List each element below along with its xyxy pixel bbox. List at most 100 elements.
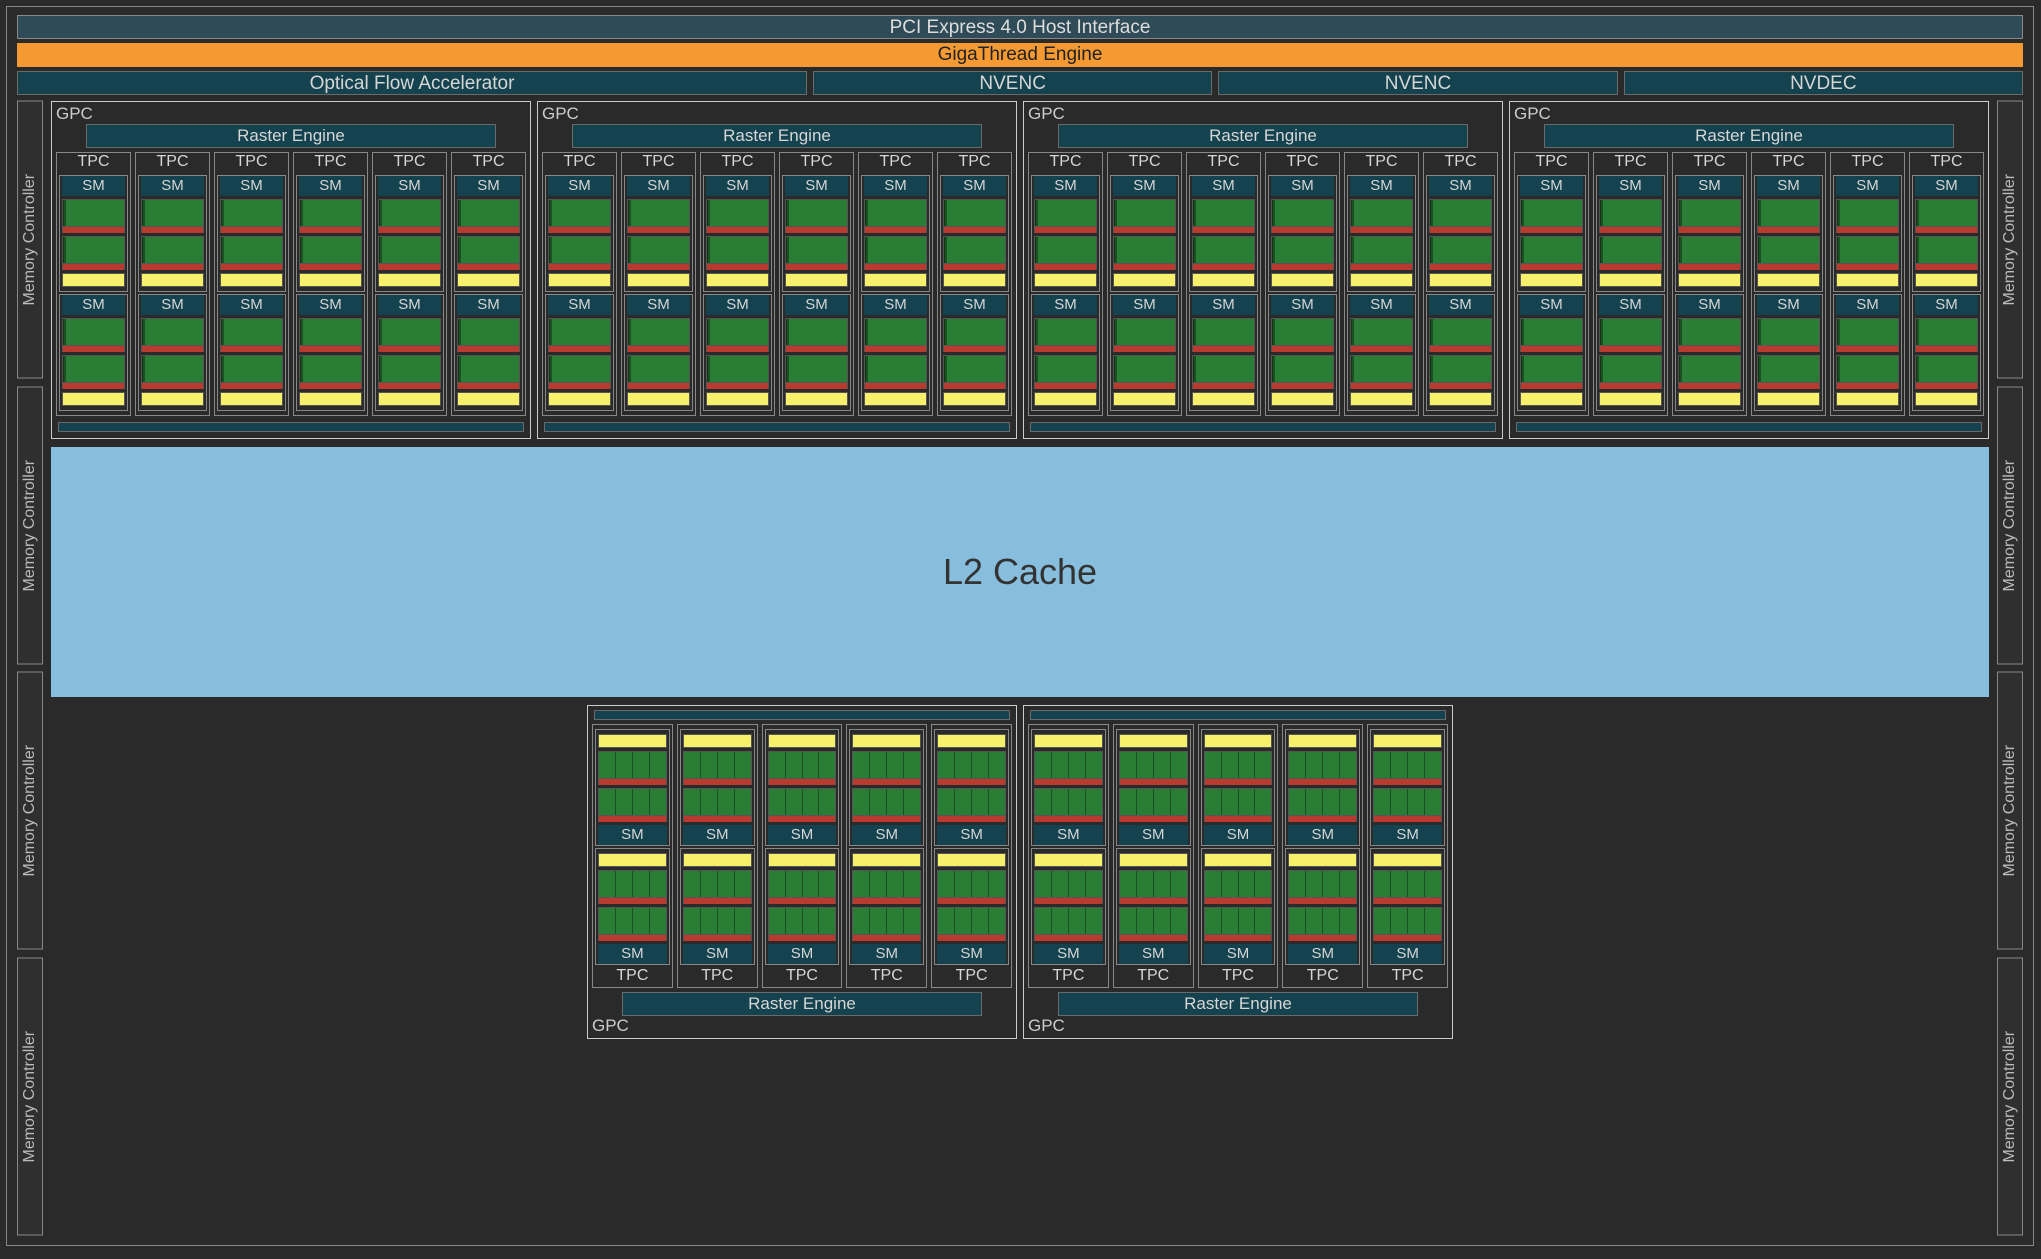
- sm-label: SM: [1271, 295, 1334, 315]
- tpc: SMSMTPC: [762, 724, 843, 988]
- sm: SM: [296, 294, 365, 411]
- sm-label: SM: [627, 295, 690, 315]
- memory-controller: Memory Controller: [17, 101, 43, 379]
- tpc-label: TPC: [138, 153, 207, 173]
- sm-label: SM: [1599, 295, 1662, 315]
- sm-label: SM: [378, 295, 441, 315]
- tpc-label: TPC: [765, 967, 840, 987]
- sm-label: SM: [141, 176, 204, 196]
- sm: SM: [1110, 175, 1179, 292]
- sm: SM: [1116, 848, 1191, 965]
- raster-engine: Raster Engine: [1058, 992, 1418, 1016]
- sm-label: SM: [1034, 295, 1097, 315]
- tpc-label: TPC: [1268, 153, 1337, 173]
- gpc: GPCRaster EngineTPCSMSMTPCSMSMTPCSMSMTPC…: [537, 101, 1017, 439]
- tpc: TPCSMSM: [1909, 152, 1984, 416]
- sm: SM: [934, 848, 1009, 965]
- sm: SM: [1675, 294, 1744, 411]
- sm: SM: [782, 294, 851, 411]
- tpc-label: TPC: [1517, 153, 1586, 173]
- sm: SM: [1754, 294, 1823, 411]
- sm: SM: [934, 729, 1009, 846]
- nvenc-1: NVENC: [813, 71, 1212, 95]
- sm-label: SM: [598, 944, 667, 964]
- memory-controllers-right: Memory ControllerMemory ControllerMemory…: [1997, 101, 2023, 1235]
- tpc: TPCSMSM: [621, 152, 696, 416]
- sm-label: SM: [1373, 825, 1442, 845]
- sm-label: SM: [598, 825, 667, 845]
- tpc: TPC SM SM: [135, 152, 210, 416]
- sm: SM: [59, 294, 128, 411]
- tpc: TPCSMSM: [1423, 152, 1498, 416]
- sm-label: SM: [1429, 176, 1492, 196]
- tpc: TPCSMSM: [1593, 152, 1668, 416]
- nvdec: NVDEC: [1624, 71, 2023, 95]
- tpc: TPCSMSM: [1265, 152, 1340, 416]
- sm: SM: [1189, 294, 1258, 411]
- pcie-host-interface: PCI Express 4.0 Host Interface: [17, 15, 2023, 39]
- memory-controller: Memory Controller: [1997, 672, 2023, 950]
- sm: SM: [595, 848, 670, 965]
- tpc-label: TPC: [545, 153, 614, 173]
- sm-label: SM: [1288, 825, 1357, 845]
- tpc: TPCSMSM: [372, 152, 447, 416]
- tpc: SMSMTPC: [592, 724, 673, 988]
- sm: SM: [1517, 175, 1586, 292]
- sm: SM: [1370, 848, 1445, 965]
- sm: SM: [1347, 175, 1416, 292]
- sm: SM: [703, 175, 772, 292]
- tpc-label: TPC: [849, 967, 924, 987]
- sm-label: SM: [1678, 176, 1741, 196]
- tpc-label: TPC: [782, 153, 851, 173]
- tpc: SMSMTPC: [1198, 724, 1279, 988]
- sm-label: SM: [937, 825, 1006, 845]
- sm: SM: [138, 175, 207, 292]
- sm: SM: [1189, 175, 1258, 292]
- sm-label: SM: [1034, 176, 1097, 196]
- sm-label: SM: [864, 295, 927, 315]
- sm-label: SM: [1350, 295, 1413, 315]
- sm-label: SM: [627, 176, 690, 196]
- tpc-label: TPC: [1201, 967, 1276, 987]
- tpc: TPC SM SM: [1186, 152, 1261, 416]
- optical-flow-accelerator: Optical Flow Accelerator: [17, 71, 807, 95]
- sm-label: SM: [220, 295, 283, 315]
- gpc: GPCRaster EngineTPCSMSMTPCSMSMTPCSMSMTPC…: [1023, 101, 1503, 439]
- tpc-label: TPC: [1833, 153, 1902, 173]
- sm-label: SM: [864, 176, 927, 196]
- sm-label: SM: [706, 176, 769, 196]
- sm-label: SM: [548, 295, 611, 315]
- sm: SM: [1031, 729, 1106, 846]
- sm-label: SM: [1034, 825, 1103, 845]
- tpc: SMSMTPC: [931, 724, 1012, 988]
- tpc: TPCSMSM: [937, 152, 1012, 416]
- sm: SM: [454, 175, 523, 292]
- sm: SM: [1031, 175, 1100, 292]
- sm-label: SM: [1373, 944, 1442, 964]
- tpc: TPCSMSM: [214, 152, 289, 416]
- sm-label: SM: [1119, 825, 1188, 845]
- sm-label: SM: [1204, 944, 1273, 964]
- sm-label: SM: [683, 825, 752, 845]
- tpc-label: TPC: [1031, 967, 1106, 987]
- tpc-label: TPC: [1031, 153, 1100, 173]
- sm: SM: [138, 294, 207, 411]
- sm: SM: [545, 294, 614, 411]
- sm-label: SM: [1836, 295, 1899, 315]
- sm: SM: [59, 175, 128, 292]
- tpc-label: TPC: [1675, 153, 1744, 173]
- sm-label: SM: [1192, 176, 1255, 196]
- sm-label: SM: [768, 825, 837, 845]
- l2-cache: L2 Cache: [51, 447, 1989, 697]
- sm: SM: [703, 294, 772, 411]
- sm: SM: [624, 294, 693, 411]
- tpc-label: TPC: [1189, 153, 1258, 173]
- sm-label: SM: [1119, 944, 1188, 964]
- tpc: TPC SM SM: [1028, 152, 1103, 416]
- memory-controller: Memory Controller: [17, 672, 43, 950]
- sm-label: SM: [299, 176, 362, 196]
- memory-controller: Memory Controller: [1997, 387, 2023, 665]
- tpc: TPCSMSM: [293, 152, 368, 416]
- tpc: TPCSMSM: [1830, 152, 1905, 416]
- tpc-label: TPC: [934, 967, 1009, 987]
